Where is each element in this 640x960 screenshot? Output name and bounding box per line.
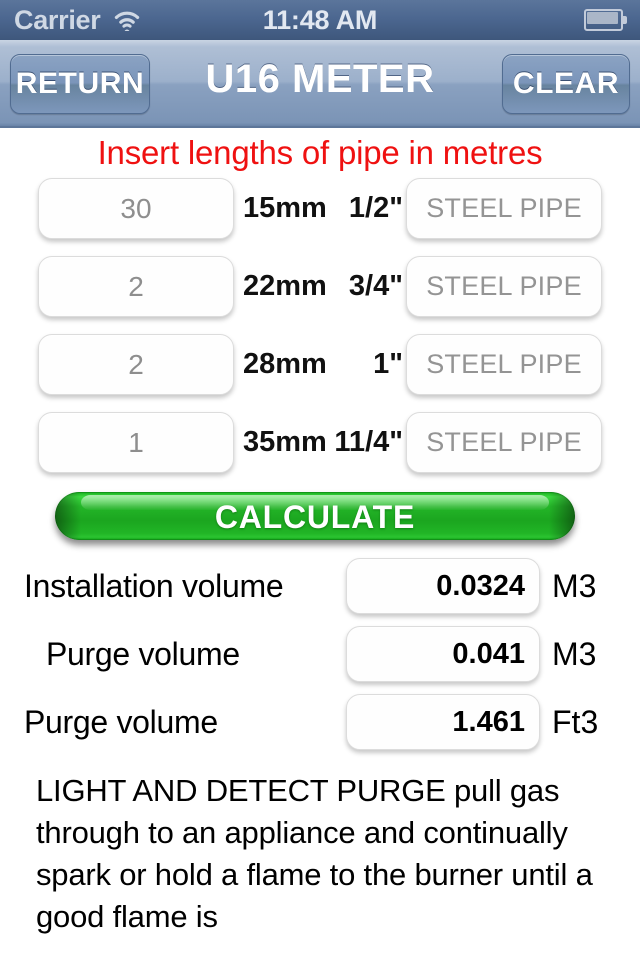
result-row-purge-volume-ft3: Purge volume 1.461 Ft3: [0, 694, 640, 762]
status-bar-clock: 11:48 AM: [262, 4, 378, 35]
instruction-headline: Insert lengths of pipe in metres: [97, 134, 543, 171]
pipe-size-inch: 1": [373, 348, 403, 380]
pipe-size-inch: 3/4": [348, 270, 403, 302]
pipe-size-label: 15mm 1/2": [243, 178, 403, 239]
pipe-material-input-28mm[interactable]: STEEL PIPE: [406, 334, 602, 395]
pipe-length-value: 2: [128, 270, 144, 302]
pipe-size-mm: 35mm: [243, 426, 327, 458]
result-label: Installation volume: [24, 567, 284, 604]
results-list: Installation volume 0.0324 M3 Purge volu…: [0, 558, 640, 762]
navigation-bar: RETURN U16 METER CLEAR: [0, 40, 640, 128]
pipe-size-mm: 22mm: [243, 270, 327, 302]
pipe-material-value: STEEL PIPE: [426, 349, 582, 379]
pipe-size-label: 22mm 3/4": [243, 256, 403, 317]
content-area: Insert lengths of pipe in metres 30 15mm…: [0, 130, 640, 960]
clear-button[interactable]: CLEAR: [502, 54, 630, 114]
pipe-material-value: STEEL PIPE: [426, 427, 582, 457]
pipe-length-input-35mm[interactable]: 1: [38, 412, 234, 473]
pipe-material-input-35mm[interactable]: STEEL PIPE: [406, 412, 602, 473]
result-value-box-installation-volume: 0.0324: [346, 558, 540, 614]
status-bar: Carrier 11:48 AM: [0, 0, 640, 40]
pipe-row: 2 28mm 1" STEEL PIPE: [0, 334, 640, 412]
battery-cap: [623, 16, 627, 24]
pipe-row: 2 22mm 3/4" STEEL PIPE: [0, 256, 640, 334]
pipe-row: 1 35mm 11/4" STEEL PIPE: [0, 412, 640, 490]
pipe-material-input-15mm[interactable]: STEEL PIPE: [406, 178, 602, 239]
pipe-row: 30 15mm 1/2" STEEL PIPE: [0, 178, 640, 256]
result-label: Purge volume: [24, 703, 218, 740]
result-unit: M3: [552, 567, 597, 604]
status-bar-right: [584, 9, 628, 31]
calculate-button-label: CALCULATE: [214, 499, 416, 535]
pipe-length-input-22mm[interactable]: 2: [38, 256, 234, 317]
pipe-size-mm: 15mm: [243, 192, 327, 224]
result-unit: M3: [552, 635, 597, 672]
pipe-material-value: STEEL PIPE: [426, 271, 582, 301]
result-value: 0.0324: [436, 569, 525, 602]
result-value: 0.041: [452, 637, 525, 670]
result-row-purge-volume-m3: Purge volume 0.041 M3: [0, 626, 640, 694]
pipe-length-input-28mm[interactable]: 2: [38, 334, 234, 395]
pipe-size-label: 35mm 11/4": [243, 412, 403, 473]
result-value-box-purge-volume-m3: 0.041: [346, 626, 540, 682]
app-screen: Carrier 11:48 AM RETURN U16 METER CLEAR: [0, 0, 640, 960]
calculate-button[interactable]: CALCULATE: [55, 492, 575, 540]
pipe-material-input-22mm[interactable]: STEEL PIPE: [406, 256, 602, 317]
result-value: 1.461: [452, 705, 525, 738]
result-unit: Ft3: [552, 703, 599, 740]
result-value-box-purge-volume-ft3: 1.461: [346, 694, 540, 750]
result-label: Purge volume: [46, 635, 240, 672]
pipe-size-inch: 1/2": [348, 192, 403, 224]
purge-instructions-text: LIGHT AND DETECT PURGE pull gas through …: [36, 773, 593, 934]
pipe-size-mm: 28mm: [243, 348, 327, 380]
pipe-length-input-15mm[interactable]: 30: [38, 178, 234, 239]
result-row-installation-volume: Installation volume 0.0324 M3: [0, 558, 640, 626]
pipe-input-list: 30 15mm 1/2" STEEL PIPE 2 22mm 3/4" STEE…: [0, 178, 640, 490]
pipe-material-value: STEEL PIPE: [426, 193, 582, 223]
pipe-length-value: 1: [128, 426, 144, 458]
pipe-length-value: 2: [128, 348, 144, 380]
battery-icon: [584, 9, 628, 31]
pipe-size-label: 28mm 1": [243, 334, 403, 395]
pipe-size-inch: 11/4": [334, 426, 403, 458]
calculate-button-area: CALCULATE: [0, 488, 640, 558]
pipe-length-value: 30: [120, 192, 152, 224]
battery-fill: [587, 12, 618, 24]
